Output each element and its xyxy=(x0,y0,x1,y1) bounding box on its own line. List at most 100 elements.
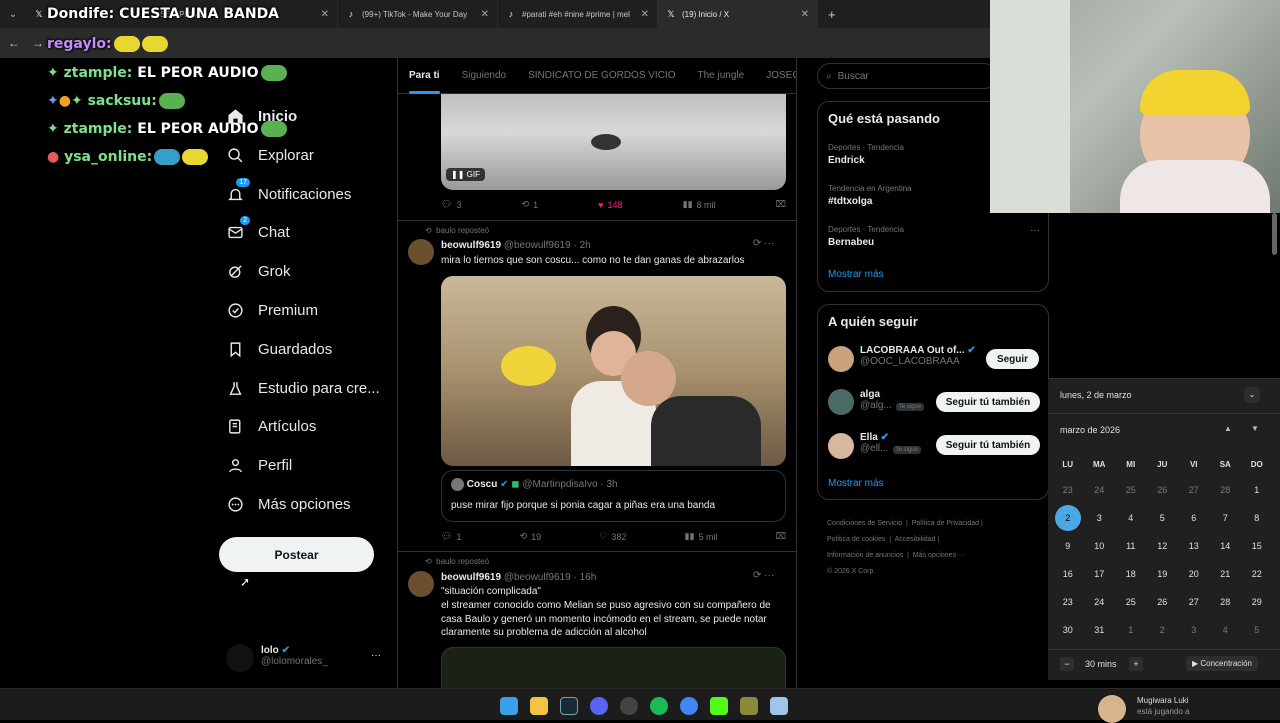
focus-start-button[interactable]: ▶ Concentración xyxy=(1186,656,1258,671)
follow-user[interactable]: alga @alg... Te sigue xyxy=(860,389,925,411)
avatar[interactable] xyxy=(408,571,434,597)
calendar-day[interactable]: 27 xyxy=(1178,588,1210,616)
footer-link[interactable]: Condiciones de Servicio xyxy=(827,520,902,527)
calendar-day[interactable]: 7 xyxy=(1210,504,1242,532)
nav-item-notificaciones[interactable]: 17 Notificaciones xyxy=(226,178,351,209)
calendar-day[interactable]: 10 xyxy=(1084,532,1116,560)
focus-increase-button[interactable]: + xyxy=(1129,657,1143,671)
trend-item[interactable]: Deportes · Tendencia Endrick xyxy=(828,143,904,166)
calendar-day[interactable]: 23 xyxy=(1052,476,1084,504)
calendar-day[interactable]: 23 xyxy=(1052,588,1084,616)
tab-siguiendo[interactable]: Siguiendo xyxy=(451,58,517,94)
account-more-icon[interactable]: ··· xyxy=(371,650,381,661)
account-switcher[interactable]: lolo ✔ @lolomorales_ xyxy=(261,645,328,667)
reply-button[interactable]: 💬︎ 3 xyxy=(441,199,461,210)
footer-link[interactable]: Accesibilidad xyxy=(895,536,936,543)
account-avatar[interactable] xyxy=(226,644,254,672)
follow-back-button[interactable]: Seguir tú también xyxy=(936,392,1040,412)
tab-joseo[interactable]: JOSEO xyxy=(755,58,796,94)
calendar-day[interactable]: 24 xyxy=(1084,588,1116,616)
next-month-icon[interactable]: ▼ xyxy=(1251,424,1259,433)
show-more-trends[interactable]: Mostrar más xyxy=(828,269,884,280)
collapse-chevron-icon[interactable]: ⌄ xyxy=(1244,387,1260,403)
discord-icon[interactable] xyxy=(590,697,608,715)
forward-icon[interactable]: → xyxy=(32,36,44,50)
calendar-day[interactable]: 28 xyxy=(1210,588,1242,616)
views-button[interactable]: ▮▮ 8 mil xyxy=(683,199,716,210)
nav-item-premium[interactable]: Premium xyxy=(226,295,318,325)
avatar[interactable] xyxy=(828,346,854,372)
trend-more-icon[interactable]: ··· xyxy=(1030,225,1040,236)
spotify-icon[interactable] xyxy=(650,697,668,715)
calendar-day[interactable]: 15 xyxy=(1241,532,1273,560)
repost-button[interactable]: ⟲ 19 xyxy=(520,531,542,542)
tab-search-icon[interactable]: ⌄ xyxy=(0,9,26,20)
calendar-day[interactable]: 31 xyxy=(1084,616,1116,644)
nav-item-inicio[interactable]: Inicio xyxy=(226,101,297,131)
calendar-day[interactable]: 30 xyxy=(1052,616,1084,644)
calendar-day[interactable]: 26 xyxy=(1147,476,1179,504)
calendar-day[interactable]: 19 xyxy=(1147,560,1179,588)
calendar-day[interactable]: 3 xyxy=(1178,616,1210,644)
search-input[interactable]: ⌕ Buscar xyxy=(817,63,997,89)
calendar-day[interactable]: 5 xyxy=(1241,616,1273,644)
focus-decrease-button[interactable]: − xyxy=(1060,657,1074,671)
nav-item-explorar[interactable]: Explorar xyxy=(226,140,314,170)
follow-user[interactable]: Ella ✔ @ell... Te sigue xyxy=(860,432,921,454)
follow-button[interactable]: Seguir xyxy=(986,349,1039,369)
nav-item-perfil[interactable]: Perfil xyxy=(226,450,292,480)
post-more-icon[interactable]: ⟳ ··· xyxy=(753,238,774,249)
nav-item-mas-opciones[interactable]: Más opciones xyxy=(226,489,351,519)
new-tab-button[interactable]: + xyxy=(818,7,836,22)
footer-link[interactable]: Más opciones ··· xyxy=(913,552,965,559)
app-icon[interactable] xyxy=(740,697,758,715)
calendar-day[interactable]: 14 xyxy=(1210,532,1242,560)
tab-parati[interactable]: ♪ #parati #eh #nine #prime | mel ✕ xyxy=(498,0,658,28)
steam-icon[interactable] xyxy=(560,697,578,715)
start-icon[interactable] xyxy=(500,697,518,715)
back-icon[interactable]: ← xyxy=(8,36,20,50)
post-image[interactable] xyxy=(441,276,786,466)
tab-sindicato[interactable]: SINDICATO DE GORDOS VICIO xyxy=(517,58,686,94)
folder-icon[interactable] xyxy=(530,697,548,715)
calendar-day[interactable]: 25 xyxy=(1115,476,1147,504)
post-gif[interactable]: ❚❚ GIF xyxy=(441,94,786,190)
avatar[interactable] xyxy=(828,389,854,415)
calendar-day[interactable]: 22 xyxy=(1241,560,1273,588)
kick-icon[interactable] xyxy=(710,697,728,715)
quoted-post[interactable]: Coscu ✔ ◼ @MartinpdisaIvo · 3h puse mira… xyxy=(441,470,786,522)
avatar[interactable] xyxy=(408,239,434,265)
calendar-day[interactable]: 13 xyxy=(1178,532,1210,560)
calendar-day[interactable]: 6 xyxy=(1178,504,1210,532)
calendar-day[interactable]: 12 xyxy=(1147,532,1179,560)
follow-user[interactable]: LACOBRAAA Out of... ✔ @OOC_LACOBRAAA xyxy=(860,345,982,367)
like-button[interactable]: ♥ 148 xyxy=(598,199,622,210)
prev-month-icon[interactable]: ▲ xyxy=(1224,424,1232,433)
reply-button[interactable]: 💬︎ 1 xyxy=(441,531,461,542)
calendar-day[interactable]: 11 xyxy=(1115,532,1147,560)
calendar-day[interactable]: 20 xyxy=(1178,560,1210,588)
show-more-follow[interactable]: Mostrar más xyxy=(828,478,884,489)
calendar-day[interactable]: 1 xyxy=(1241,476,1273,504)
nav-item-grok[interactable]: Grok xyxy=(226,256,291,286)
calendar-day[interactable]: 25 xyxy=(1115,588,1147,616)
calendar-day[interactable]: 4 xyxy=(1115,504,1147,532)
views-button[interactable]: ▮▮ 5 mil xyxy=(685,531,718,542)
calendar-day[interactable]: 18 xyxy=(1115,560,1147,588)
calendar-day[interactable]: 5 xyxy=(1147,504,1179,532)
bookmark-icon[interactable]: ⌧ xyxy=(776,199,786,210)
calendar-day[interactable]: 3 xyxy=(1084,504,1116,532)
bookmark-icon[interactable]: ⌧ xyxy=(776,531,786,542)
calendar-day[interactable]: 21 xyxy=(1210,560,1242,588)
close-tab-icon[interactable]: ✕ xyxy=(641,9,649,20)
repost-button[interactable]: ⟲ 1 xyxy=(522,199,539,210)
nav-item-guardados[interactable]: Guardados xyxy=(226,334,332,364)
tab-x-home[interactable]: 𝕏 (19) Inicio / X ✕ xyxy=(658,0,818,28)
calendar-day[interactable]: 9 xyxy=(1052,532,1084,560)
calendar-day[interactable]: 8 xyxy=(1241,504,1273,532)
calendar-day[interactable]: 2 xyxy=(1147,616,1179,644)
tab-para-ti[interactable]: Para ti xyxy=(398,58,451,94)
calendar-day[interactable]: 26 xyxy=(1147,588,1179,616)
footer-link[interactable]: Política de cookies xyxy=(827,536,885,543)
follow-back-button[interactable]: Seguir tú también xyxy=(936,435,1040,455)
